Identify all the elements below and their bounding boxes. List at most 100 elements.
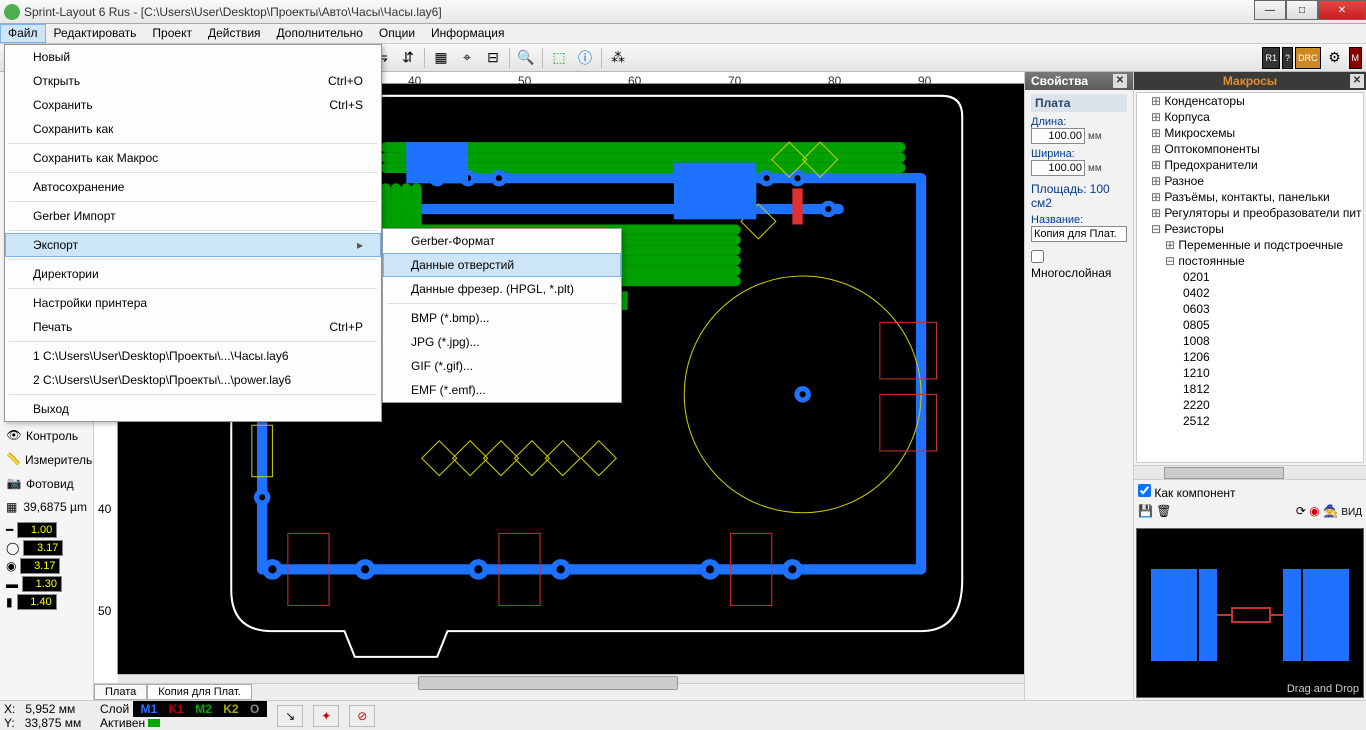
refresh-icon[interactable]: ⟳ [1296, 504, 1306, 518]
status-nodrc[interactable]: ⊘ [349, 705, 375, 727]
export-menu-item[interactable]: BMP (*.bmp)... [383, 306, 621, 330]
close-button[interactable]: ✕ [1318, 0, 1366, 20]
tree-node[interactable]: Разъёмы, контакты, панельки [1137, 189, 1363, 205]
tb-component[interactable]: ⁂ [606, 47, 630, 69]
macros-close[interactable]: ✕ [1350, 74, 1364, 88]
width-input[interactable] [1031, 128, 1085, 144]
val-track-width[interactable]: ━1.00 [6, 522, 87, 538]
export-menu-item[interactable]: JPG (*.jpg)... [383, 330, 621, 354]
tree-node[interactable]: 1206 [1137, 349, 1363, 365]
tool-control[interactable]: 👁 Контроль [0, 424, 93, 448]
tb-mirror-v[interactable]: ⇵ [396, 47, 420, 69]
val-smd-h[interactable]: ▮1.40 [6, 594, 87, 610]
tree-node[interactable]: 0201 [1137, 269, 1363, 285]
file-menu-item[interactable]: 2 C:\Users\User\Desktop\Проекты\...\powe… [5, 368, 381, 392]
tb-zoom[interactable]: 🔍 [514, 47, 538, 69]
layer-o[interactable]: О [246, 702, 263, 716]
tree-node[interactable]: 2220 [1137, 397, 1363, 413]
menu-actions[interactable]: Действия [200, 24, 269, 43]
menu-project[interactable]: Проект [144, 24, 200, 43]
tree-node[interactable]: Резисторы [1137, 221, 1363, 237]
tree-node[interactable]: постоянные [1137, 253, 1363, 269]
val-smd-w[interactable]: ▬1.30 [6, 576, 87, 592]
file-menu-item[interactable]: ПечатьCtrl+P [5, 315, 381, 339]
file-menu-item[interactable]: Сохранить как Макрос [5, 146, 381, 170]
file-menu-item[interactable]: Автосохранение [5, 175, 381, 199]
file-menu-item[interactable]: Настройки принтера [5, 291, 381, 315]
export-menu-item[interactable]: Данные отверстий [383, 253, 621, 277]
tree-node[interactable]: Предохранители [1137, 157, 1363, 173]
layer-k2[interactable]: K2 [219, 702, 242, 716]
tb-m[interactable]: M [1349, 47, 1363, 69]
tree-node[interactable]: Регуляторы и преобразователи пит [1137, 205, 1363, 221]
file-menu-item[interactable]: Директории [5, 262, 381, 286]
maximize-button[interactable]: □ [1286, 0, 1318, 20]
minimize-button[interactable]: — [1254, 0, 1286, 20]
macros-tree[interactable]: КонденсаторыКорпусаМикросхемыОптокомпоне… [1136, 92, 1364, 463]
tree-node[interactable]: Оптокомпоненты [1137, 141, 1363, 157]
tb-drc[interactable]: DRC [1295, 47, 1321, 69]
as-component-checkbox[interactable]: Как компонент [1138, 484, 1236, 500]
file-menu-item[interactable]: Сохранить как [5, 117, 381, 141]
tb-snap[interactable]: ⌖ [455, 47, 479, 69]
layer-k1[interactable]: K1 [165, 702, 188, 716]
save-icon[interactable]: 💾 [1138, 504, 1153, 518]
tree-node[interactable]: Разное [1137, 173, 1363, 189]
export-menu-item[interactable]: Данные фрезер. (HPGL, *.plt) [383, 277, 621, 301]
tree-node[interactable]: 0603 [1137, 301, 1363, 317]
tb-align[interactable]: ▦ [429, 47, 453, 69]
tb-select[interactable]: ⬚ [547, 47, 571, 69]
tree-node[interactable]: Переменные и подстроечные [1137, 237, 1363, 253]
tab-board[interactable]: Плата [94, 684, 147, 700]
record-icon[interactable]: ◉ [1309, 504, 1319, 518]
tb-help[interactable]: ? [1282, 47, 1293, 69]
tb-r1[interactable]: R1 [1262, 47, 1280, 69]
tree-node[interactable]: Корпуса [1137, 109, 1363, 125]
horizontal-scrollbar[interactable] [118, 674, 1024, 683]
smd2-icon: ▮ [6, 595, 13, 609]
tree-node[interactable]: 1008 [1137, 333, 1363, 349]
menu-extra[interactable]: Дополнительно [269, 24, 371, 43]
menu-options[interactable]: Опции [371, 24, 423, 43]
tree-node[interactable]: 0402 [1137, 285, 1363, 301]
tool-measure[interactable]: 📏 Измеритель [0, 448, 93, 472]
tree-node[interactable]: Микросхемы [1137, 125, 1363, 141]
export-menu-item[interactable]: Gerber-Формат [383, 229, 621, 253]
height-input[interactable] [1031, 160, 1085, 176]
tree-node[interactable]: 2512 [1137, 413, 1363, 429]
val-pad-inner[interactable]: ◉3.17 [6, 558, 87, 574]
grid-setting[interactable]: ▦ 39,6875 µm [0, 496, 93, 518]
file-menu-item[interactable]: Выход [5, 397, 381, 421]
file-menu-item[interactable]: Новый [5, 45, 381, 69]
status-probe[interactable]: ↘ [277, 705, 303, 727]
export-menu-item[interactable]: GIF (*.gif)... [383, 354, 621, 378]
tree-node[interactable]: Конденсаторы [1137, 93, 1363, 109]
tree-node[interactable]: 0805 [1137, 317, 1363, 333]
layer-m1[interactable]: M1 [137, 702, 162, 716]
file-menu-item[interactable]: Экспорт▸ [5, 233, 381, 257]
delete-icon[interactable]: 🗑 [1156, 504, 1171, 518]
export-menu-item[interactable]: EMF (*.emf)... [383, 378, 621, 402]
menu-info[interactable]: Информация [423, 24, 512, 43]
multilayer-checkbox[interactable]: Многослойная [1031, 252, 1111, 280]
file-menu-item[interactable]: Gerber Импорт [5, 204, 381, 228]
file-menu-item[interactable]: ОткрытьCtrl+O [5, 69, 381, 93]
tree-node[interactable]: 1812 [1137, 381, 1363, 397]
val-pad-outer[interactable]: ◯3.17 [6, 540, 87, 556]
tree-hscroll[interactable] [1134, 465, 1366, 479]
tb-remove[interactable]: ⊟ [481, 47, 505, 69]
menu-file[interactable]: Файл [0, 24, 46, 43]
tab-copy[interactable]: Копия для Плат. [147, 684, 252, 700]
properties-close[interactable]: ✕ [1113, 74, 1127, 88]
tree-node[interactable]: 1210 [1137, 365, 1363, 381]
name-input[interactable] [1031, 226, 1127, 242]
file-menu-item[interactable]: 1 C:\Users\User\Desktop\Проекты\...\Часы… [5, 344, 381, 368]
tb-opt[interactable]: ⚙ [1323, 47, 1347, 69]
tb-info[interactable]: ⓘ [573, 47, 597, 69]
tool-photoview[interactable]: 📷 Фотовид [0, 472, 93, 496]
file-menu-item[interactable]: СохранитьCtrl+S [5, 93, 381, 117]
status-origin[interactable]: ✦ [313, 705, 339, 727]
menu-edit[interactable]: Редактировать [46, 24, 145, 43]
wizard-icon[interactable]: 🧙 [1323, 504, 1338, 518]
layer-m2[interactable]: M2 [191, 702, 216, 716]
